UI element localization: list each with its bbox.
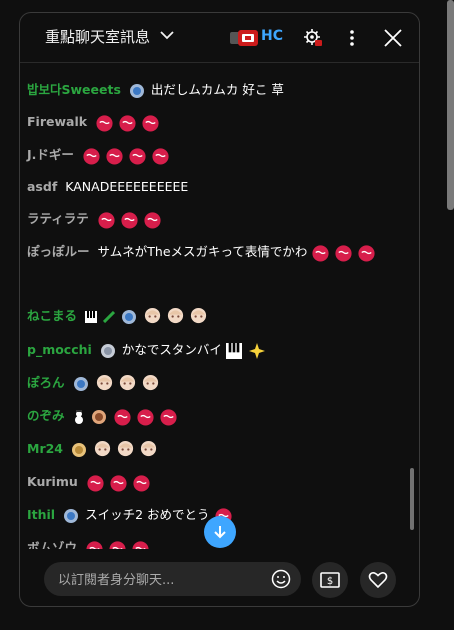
emote-icon — [83, 148, 100, 165]
author-name[interactable]: Ithil — [27, 507, 55, 522]
message-text: 出だしムカムカ 好こ 草 — [150, 82, 284, 97]
chat-message: Kurimu — [27, 470, 405, 494]
sparkles-icon — [248, 342, 265, 359]
chat-input[interactable] — [56, 562, 270, 598]
emote-icon — [159, 409, 177, 426]
live-chat-panel: 重點聊天室訊息 HC 밥보다Sweeets 出だしムカムカ 好こ 草 Firew… — [19, 12, 420, 607]
chat-message: のぞみ — [27, 404, 405, 428]
emote-icon — [132, 541, 149, 549]
member-badge-icon — [64, 508, 79, 523]
more-vert-icon[interactable] — [344, 28, 360, 48]
chat-message: 밥보다Sweeets 出だしムカムカ 好こ 草 — [27, 78, 405, 102]
emote-icon — [312, 245, 329, 262]
author-name[interactable]: Kurimu — [27, 474, 78, 489]
holodex-icon[interactable] — [230, 30, 258, 46]
chibi-emote-icon — [117, 440, 134, 457]
emote-icon — [144, 212, 161, 229]
emote-icon — [86, 541, 103, 549]
author-name[interactable]: ぽろん — [27, 375, 65, 390]
emote-icon — [136, 409, 154, 426]
member-badge-icon — [72, 442, 86, 457]
chibi-emote-icon — [119, 374, 135, 391]
hc-label[interactable]: HC — [261, 28, 283, 44]
message-text: かなでスタンバイ — [121, 342, 222, 357]
chibi-emote-icon — [190, 307, 207, 324]
chibi-emote-icon — [94, 440, 111, 457]
emote-icon — [142, 115, 159, 132]
snowman-icon — [74, 409, 83, 424]
author-name[interactable]: ぽっぽルー — [27, 244, 90, 259]
emote-icon — [109, 541, 126, 549]
chat-feed: 밥보다Sweeets 出だしムカムカ 好こ 草 Firewalk J.ドギー as… — [20, 63, 419, 549]
chat-message: ラティラテ — [27, 207, 405, 231]
chat-message: Firewalk — [27, 110, 405, 134]
author-name[interactable]: ねこまる — [27, 308, 77, 323]
author-name[interactable]: J.ドギー — [27, 147, 74, 162]
emote-icon — [335, 245, 352, 262]
emote-icon — [98, 212, 115, 229]
chat-input-container[interactable] — [44, 562, 301, 598]
heart-icon — [368, 572, 388, 589]
piano-icon — [85, 310, 98, 323]
chat-message: ぽろん — [27, 371, 405, 395]
author-name[interactable]: asdf — [27, 179, 57, 194]
chibi-emote-icon — [167, 307, 184, 324]
emote-icon — [106, 148, 123, 165]
message-text: サムネがTheメスガキって表情でかわ — [97, 244, 308, 259]
member-badge-icon — [122, 309, 137, 324]
emoji-icon[interactable] — [271, 569, 291, 589]
chat-message: ねこまる — [27, 304, 405, 328]
chibi-emote-icon — [142, 374, 158, 391]
chat-scrollbar[interactable] — [409, 63, 417, 549]
chat-message: ぽっぽルー サムネがTheメスガキって表情でかわ — [27, 240, 405, 264]
chibi-emote-icon — [140, 440, 157, 457]
chat-message: p_mocchi かなでスタンバイ — [27, 338, 405, 362]
member-badge-icon — [100, 343, 115, 358]
piano-icon — [225, 342, 242, 359]
emote-icon — [358, 245, 375, 262]
chibi-emote-icon — [144, 307, 161, 324]
emote-icon — [96, 115, 113, 132]
chat-message: Mr24 — [27, 437, 405, 461]
author-name[interactable]: のぞみ — [27, 408, 65, 423]
author-name[interactable]: Mr24 — [27, 441, 63, 456]
emote-icon — [133, 475, 150, 492]
message-text: KANADEEEEEEEEEE — [65, 179, 189, 194]
author-name[interactable]: Firewalk — [27, 114, 87, 129]
pencil-icon — [103, 310, 116, 323]
super-chat-button[interactable]: $ — [312, 562, 348, 598]
message-text: スイッチ2 おめでとう — [85, 507, 210, 522]
chat-message: J.ドギー — [27, 143, 405, 167]
emote-icon — [119, 115, 136, 132]
emote-icon — [121, 212, 138, 229]
emote-icon — [87, 475, 104, 492]
super-chat-icon: $ — [320, 572, 340, 588]
author-name[interactable]: ボムゾウ — [27, 540, 77, 549]
svg-text:$: $ — [327, 576, 333, 587]
scroll-to-bottom-button[interactable] — [204, 516, 236, 548]
author-name[interactable]: 밥보다Sweeets — [27, 82, 121, 97]
gear-icon[interactable] — [303, 28, 323, 48]
member-badge-icon — [129, 83, 144, 98]
close-icon[interactable] — [383, 28, 403, 48]
emote-icon — [110, 475, 127, 492]
page-scrollbar[interactable] — [447, 0, 454, 210]
author-name[interactable]: p_mocchi — [27, 342, 92, 357]
chat-message: asdf KANADEEEEEEEEEE — [27, 175, 405, 199]
like-button[interactable] — [360, 562, 396, 598]
member-badge-icon — [91, 409, 106, 424]
chat-scrollbar-thumb[interactable] — [410, 468, 414, 530]
emote-icon — [129, 148, 146, 165]
emote-icon — [113, 409, 131, 426]
chat-mode-title[interactable]: 重點聊天室訊息 — [45, 26, 150, 47]
chevron-down-icon[interactable] — [160, 30, 174, 40]
arrow-down-icon — [214, 526, 226, 539]
emote-icon — [152, 148, 169, 165]
chibi-emote-icon — [96, 374, 112, 391]
member-badge-icon — [73, 376, 88, 391]
author-name[interactable]: ラティラテ — [27, 211, 89, 226]
chat-header: 重點聊天室訊息 HC — [20, 13, 419, 63]
